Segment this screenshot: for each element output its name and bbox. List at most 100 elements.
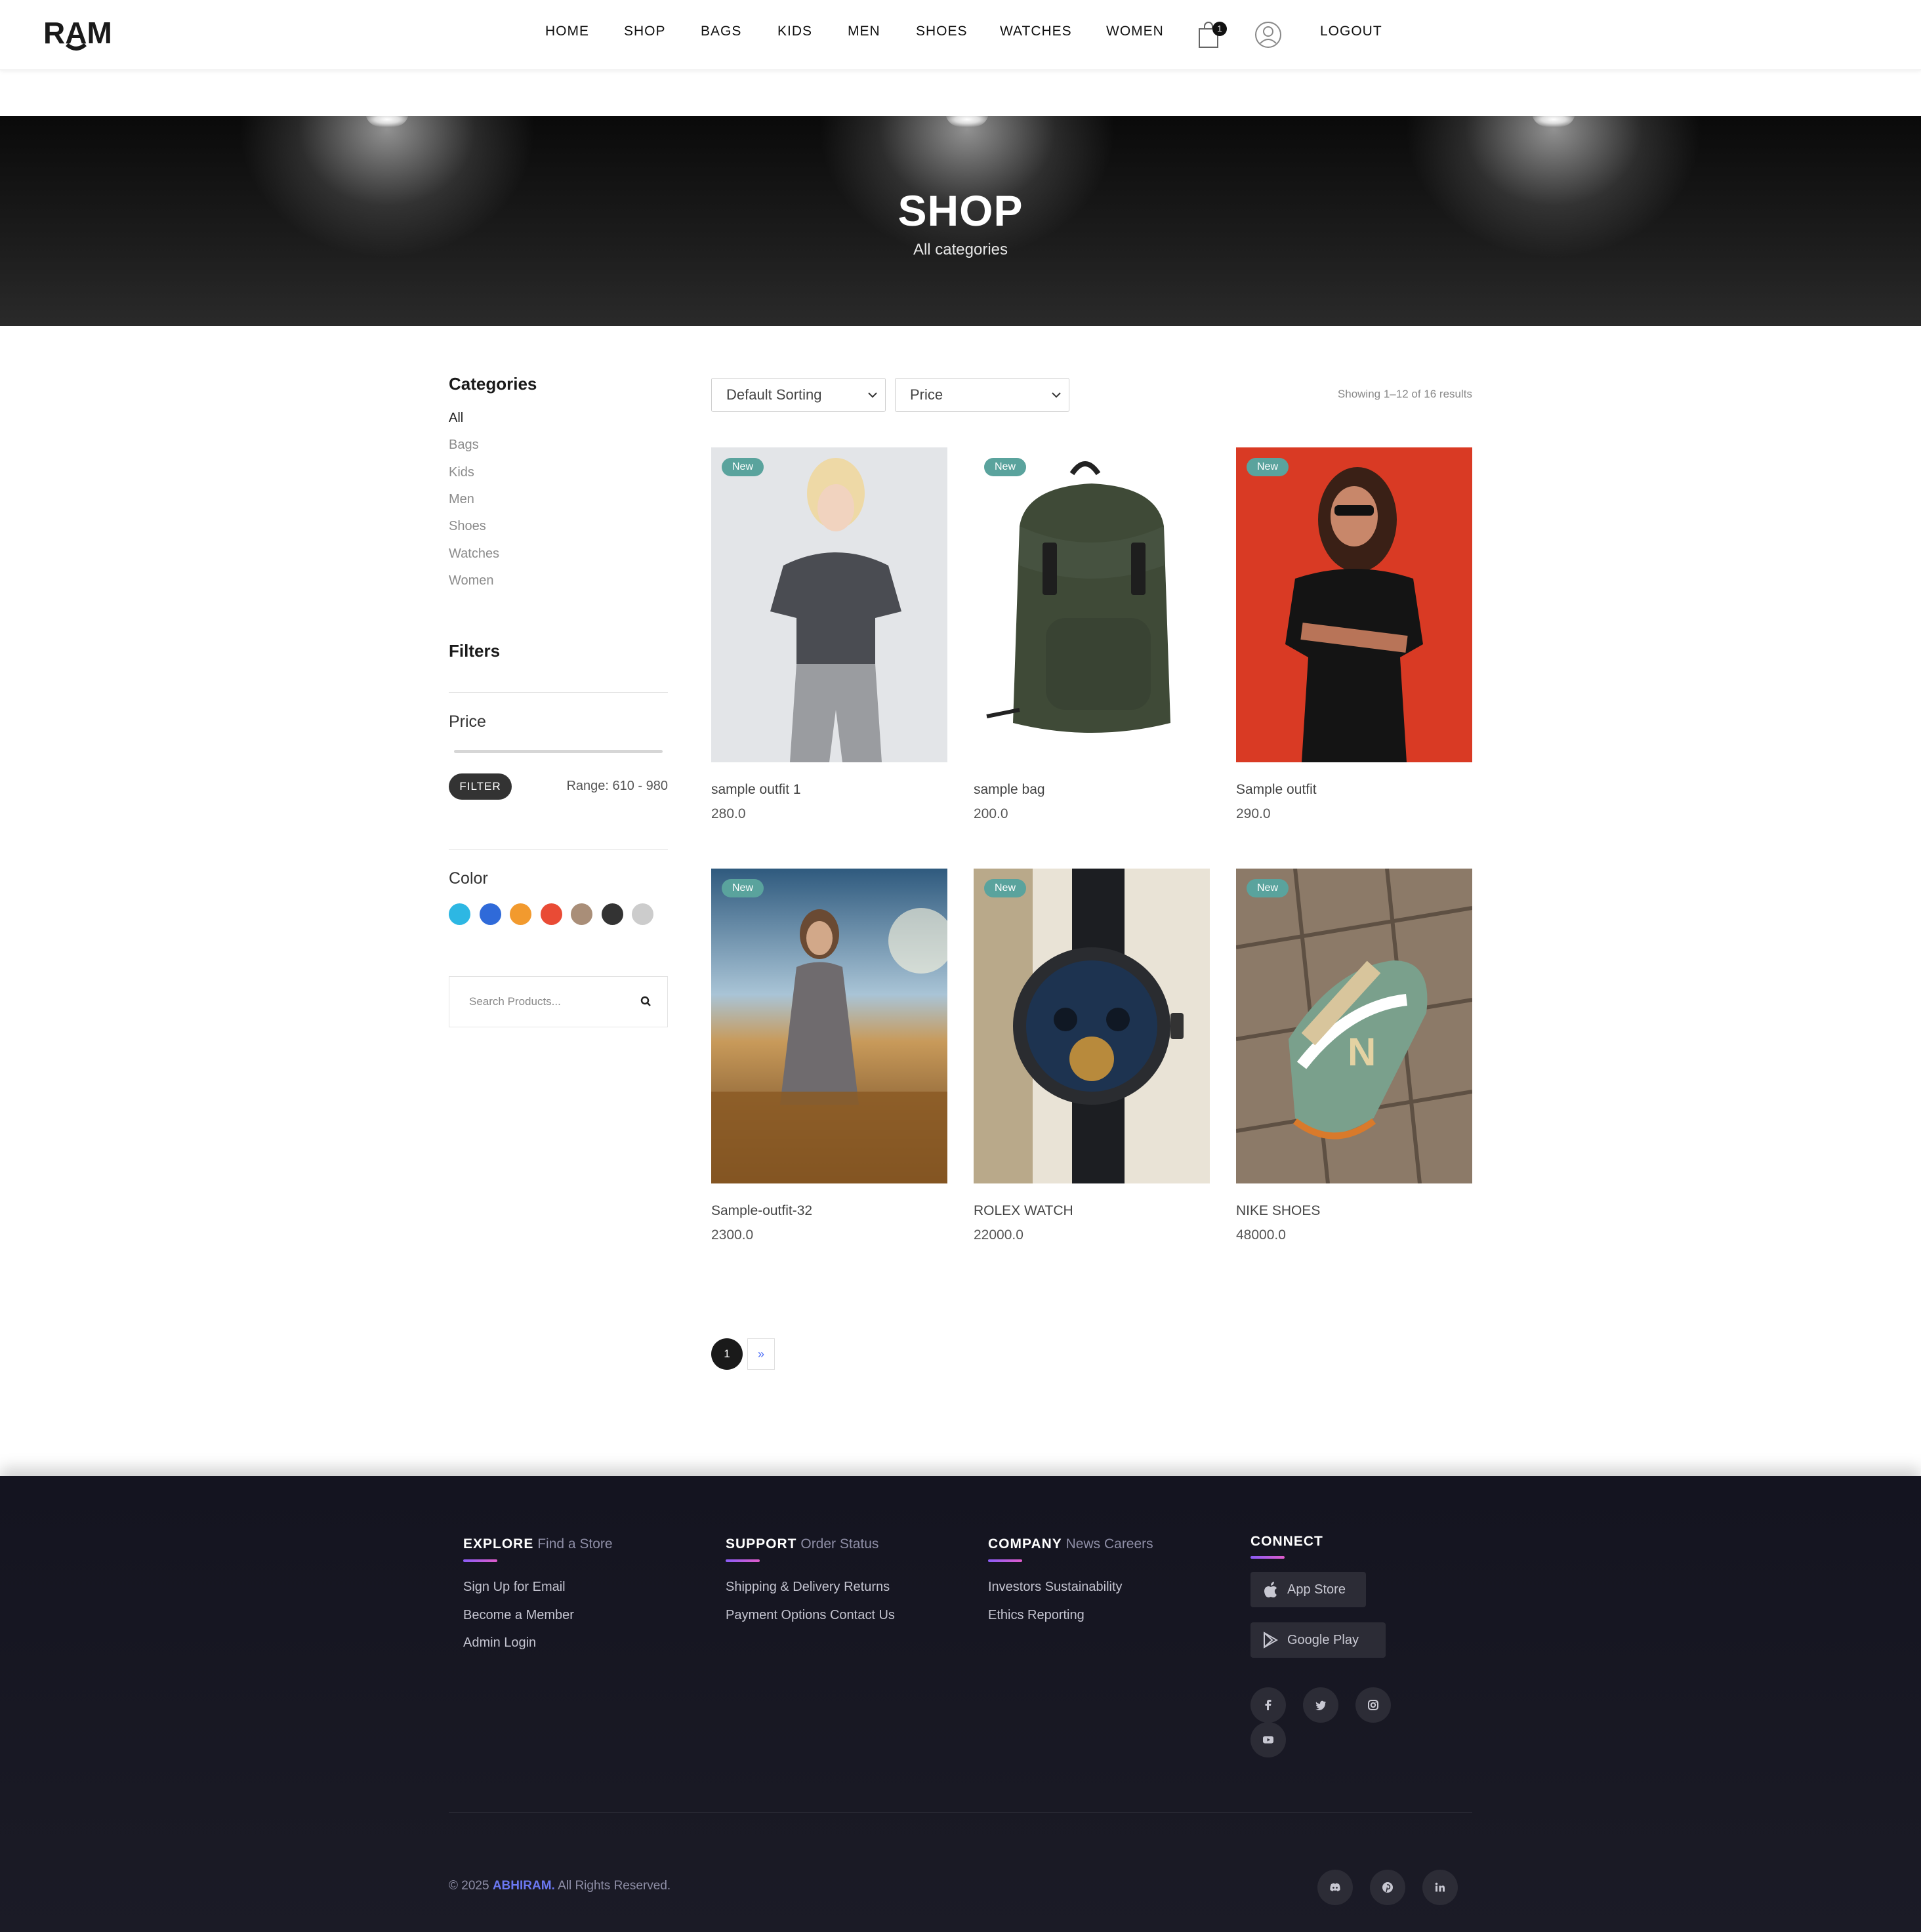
user-account-icon[interactable]: [1254, 21, 1282, 49]
product-image[interactable]: New: [974, 869, 1210, 1183]
nav-shop[interactable]: SHOP: [624, 24, 666, 39]
footer-link-payment[interactable]: Payment Options Contact Us: [726, 1608, 895, 1623]
category-men[interactable]: Men: [449, 492, 474, 507]
chevron-down-icon: [1052, 392, 1061, 398]
product-image[interactable]: New: [711, 447, 947, 762]
youtube-icon[interactable]: [1250, 1722, 1286, 1757]
divider: [449, 692, 668, 693]
footer: EXPLORE Find a Store Sign Up for Email B…: [0, 1476, 1921, 1932]
product-price: 22000.0: [974, 1227, 1023, 1243]
nav-women[interactable]: WOMEN: [1106, 24, 1164, 39]
google-play-label: Google Play: [1287, 1633, 1359, 1647]
category-watches[interactable]: Watches: [449, 546, 499, 562]
footer-link-signup-email[interactable]: Sign Up for Email: [463, 1580, 566, 1595]
nav-men[interactable]: MEN: [848, 24, 880, 39]
product-name[interactable]: sample bag: [974, 782, 1045, 798]
discord-icon[interactable]: [1317, 1870, 1353, 1905]
color-filter-heading: Color: [449, 869, 488, 888]
page-title: SHOP: [898, 186, 1023, 235]
top-navbar: RAM HOME SHOP BAGS KIDS MEN SHOES WATCHE…: [0, 0, 1921, 70]
spotlight-decoration: [1532, 116, 1575, 127]
svg-text:N: N: [1348, 1030, 1376, 1074]
results-count: Showing 1–12 of 16 results: [1337, 388, 1472, 400]
product-price: 2300.0: [711, 1227, 754, 1243]
footer-link-shipping[interactable]: Shipping & Delivery Returns: [726, 1580, 890, 1595]
heading-underline: [988, 1559, 1022, 1562]
product-name[interactable]: Sample-outfit-32: [711, 1203, 812, 1219]
apple-icon: [1264, 1582, 1277, 1597]
footer-link-become-member[interactable]: Become a Member: [463, 1608, 574, 1623]
product-price: 200.0: [974, 806, 1008, 821]
product-name[interactable]: NIKE SHOES: [1236, 1203, 1320, 1219]
price-range-slider[interactable]: [454, 750, 663, 753]
main-nav: HOME SHOP BAGS KIDS MEN SHOES WATCHES WO…: [0, 0, 1921, 70]
nav-home[interactable]: HOME: [545, 24, 589, 39]
app-store-button[interactable]: App Store: [1250, 1572, 1366, 1607]
category-bags[interactable]: Bags: [449, 438, 479, 453]
sort-select[interactable]: Default Sorting: [711, 378, 886, 412]
nav-kids[interactable]: KIDS: [777, 24, 812, 39]
product-name[interactable]: sample outfit 1: [711, 782, 801, 798]
nav-bags[interactable]: BAGS: [701, 24, 741, 39]
app-store-label: App Store: [1287, 1582, 1346, 1597]
pagination-next[interactable]: »: [747, 1338, 775, 1370]
page-subtitle: All categories: [913, 241, 1008, 258]
filters-heading: Filters: [449, 641, 501, 661]
color-swatch[interactable]: [449, 903, 470, 925]
price-select-value: Price: [910, 386, 943, 403]
footer-link-admin-login[interactable]: Admin Login: [463, 1635, 536, 1651]
color-swatch[interactable]: [601, 903, 623, 925]
logout-link[interactable]: LOGOUT: [1320, 24, 1382, 39]
color-swatch[interactable]: [540, 903, 562, 925]
product-image[interactable]: New: [974, 447, 1210, 762]
hero-banner: SHOP All categories: [0, 116, 1921, 326]
category-all[interactable]: All: [449, 411, 463, 426]
footer-company-heading: COMPANY News Careers: [988, 1536, 1153, 1552]
product-image[interactable]: N New: [1236, 869, 1472, 1183]
footer-connect-heading: CONNECT: [1250, 1534, 1323, 1549]
product-name[interactable]: Sample outfit: [1236, 782, 1317, 798]
product-image[interactable]: New: [1236, 447, 1472, 762]
twitter-icon[interactable]: [1303, 1687, 1338, 1723]
color-swatch[interactable]: [479, 903, 501, 925]
price-filter-heading: Price: [449, 712, 486, 731]
price-range-label: Range: 610 - 980: [566, 779, 668, 793]
heading-underline: [1250, 1556, 1285, 1559]
footer-divider: [449, 1812, 1472, 1813]
color-swatch[interactable]: [632, 903, 653, 925]
color-swatch[interactable]: [571, 903, 592, 925]
category-kids[interactable]: Kids: [449, 465, 474, 480]
price-select[interactable]: Price: [895, 378, 1069, 412]
divider: [449, 849, 668, 850]
footer-explore-heading: EXPLORE Find a Store: [463, 1536, 613, 1552]
brand-link[interactable]: ABHIRAM.: [493, 1879, 555, 1893]
new-badge: New: [1247, 458, 1289, 476]
product-image[interactable]: New: [711, 869, 947, 1183]
new-badge: New: [722, 879, 764, 897]
category-women[interactable]: Women: [449, 573, 494, 588]
instagram-icon[interactable]: [1355, 1687, 1391, 1723]
pinterest-icon[interactable]: [1370, 1870, 1405, 1905]
color-swatch[interactable]: [510, 903, 531, 925]
linkedin-icon[interactable]: [1422, 1870, 1458, 1905]
facebook-icon[interactable]: [1250, 1687, 1286, 1723]
footer-link-investors[interactable]: Investors Sustainability: [988, 1580, 1123, 1595]
spotlight-decoration: [365, 116, 409, 127]
new-badge: New: [984, 458, 1027, 476]
google-play-button[interactable]: Google Play: [1250, 1622, 1386, 1658]
nav-watches[interactable]: WATCHES: [1000, 24, 1072, 39]
filter-button[interactable]: FILTER: [449, 773, 512, 800]
pagination-page-1[interactable]: 1: [711, 1338, 743, 1370]
product-price: 48000.0: [1236, 1227, 1286, 1243]
search-icon[interactable]: [637, 993, 655, 1011]
product-price: 290.0: [1236, 806, 1271, 821]
google-play-icon: [1264, 1632, 1278, 1649]
new-badge: New: [1247, 879, 1289, 897]
category-shoes[interactable]: Shoes: [449, 519, 486, 534]
new-badge: New: [722, 458, 764, 476]
nav-shoes[interactable]: SHOES: [916, 24, 968, 39]
product-name[interactable]: ROLEX WATCH: [974, 1203, 1073, 1219]
copyright-text: © 2025 ABHIRAM. All Rights Reserved.: [449, 1879, 671, 1893]
footer-link-ethics[interactable]: Ethics Reporting: [988, 1608, 1084, 1623]
search-input[interactable]: [469, 977, 627, 1027]
